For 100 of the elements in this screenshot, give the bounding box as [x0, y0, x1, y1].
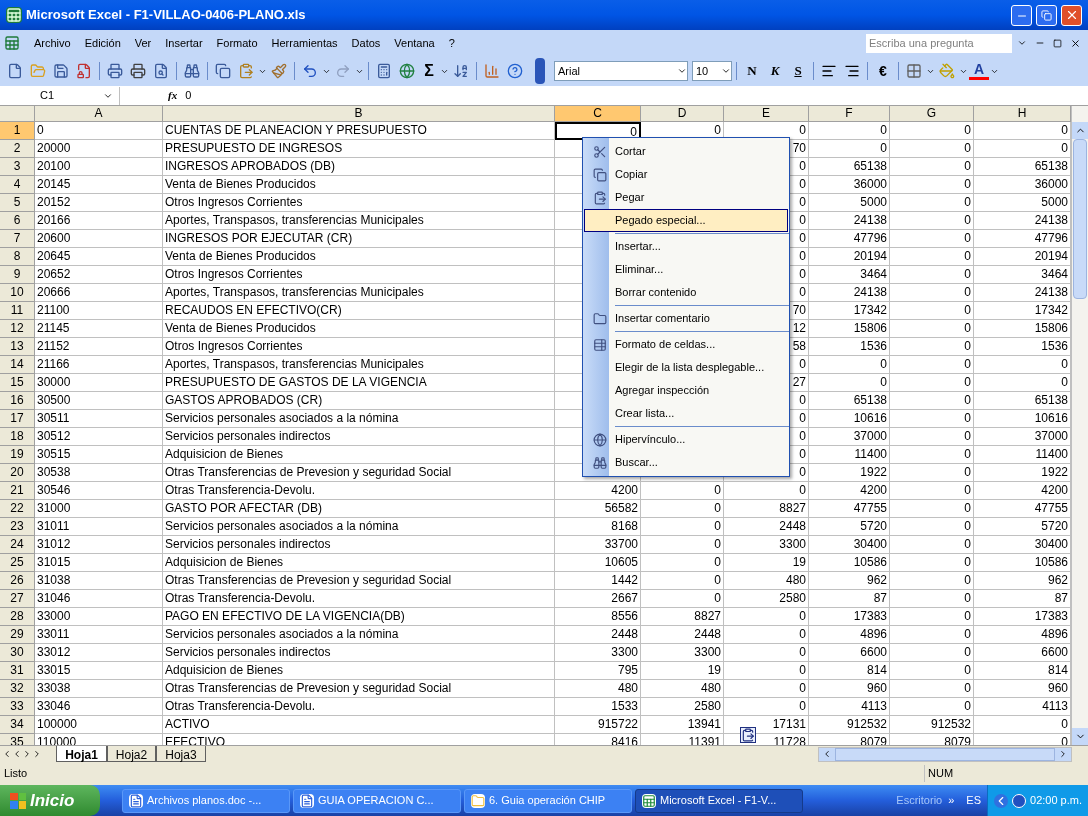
menu-item[interactable]: Insertar	[159, 34, 209, 52]
table-cell: Otras Transferencia-Devolu.	[163, 590, 555, 608]
row-header[interactable]: 28	[0, 608, 35, 626]
name-box[interactable]: C1	[0, 86, 120, 105]
bold-button[interactable]: N	[741, 61, 763, 81]
row-header[interactable]: 23	[0, 518, 35, 536]
chevron-button[interactable]: »	[948, 792, 955, 809]
table-cell: 0	[890, 320, 974, 338]
menu-item[interactable]: Archivo	[28, 34, 77, 52]
currency-button[interactable]: €	[872, 60, 894, 82]
row-header[interactable]: 33	[0, 698, 35, 716]
row-header[interactable]: 30	[0, 644, 35, 662]
close-button[interactable]	[1061, 4, 1082, 26]
menu-item[interactable]: ?	[442, 34, 461, 52]
column-header[interactable]: H	[974, 106, 1071, 122]
sheet-tab[interactable]: Hoja1	[56, 746, 107, 762]
row-header[interactable]: 13	[0, 338, 35, 356]
scrollbar-thumb[interactable]	[1073, 139, 1087, 299]
font-color-button[interactable]: A	[969, 62, 989, 80]
table-cell: 0	[641, 518, 724, 536]
row-header[interactable]: 15	[0, 374, 35, 392]
row-header[interactable]: 29	[0, 626, 35, 644]
scrollbar-thumb[interactable]	[834, 747, 1055, 761]
autosum-button[interactable]: Σ	[419, 59, 439, 83]
close-icon[interactable]	[1070, 37, 1081, 49]
row-header[interactable]: 4	[0, 176, 35, 194]
caret-icon[interactable]	[677, 66, 687, 76]
row-header[interactable]: 14	[0, 356, 35, 374]
row-header[interactable]: 2	[0, 140, 35, 158]
menu-item[interactable]: Pegado especial...	[584, 209, 788, 232]
row-header[interactable]: 9	[0, 266, 35, 284]
next-sheet-icon[interactable]	[22, 749, 32, 759]
row-header[interactable]: 25	[0, 554, 35, 572]
first-sheet-icon[interactable]	[2, 749, 12, 759]
minimize-button[interactable]	[1011, 4, 1032, 26]
row-header[interactable]: 32	[0, 680, 35, 698]
menu-item[interactable]: Herramientas	[265, 34, 344, 52]
sheet-tab[interactable]: Hoja3	[156, 746, 206, 762]
menu-item[interactable]: Datos	[345, 34, 387, 52]
row-header[interactable]: 8	[0, 248, 35, 266]
column-header[interactable]: A	[35, 106, 163, 122]
caret-icon[interactable]	[1017, 38, 1027, 48]
row-header[interactable]: 5	[0, 194, 35, 212]
row-header[interactable]: 17	[0, 410, 35, 428]
row-header[interactable]: 7	[0, 230, 35, 248]
restore-icon[interactable]	[1053, 38, 1062, 48]
menu-item[interactable]: Ver	[128, 34, 158, 52]
table-cell: 30512	[35, 428, 163, 446]
row-header[interactable]: 26	[0, 572, 35, 590]
column-header[interactable]: E	[724, 106, 809, 122]
tray-icon[interactable]	[1012, 793, 1026, 808]
font-select[interactable]: Arial	[554, 61, 688, 81]
expand-tray-icon[interactable]	[994, 793, 1008, 808]
menu-item[interactable]: Ventana	[388, 34, 441, 52]
row-header[interactable]: 21	[0, 482, 35, 500]
column-header[interactable]: F	[809, 106, 890, 122]
menu-item[interactable]: Formato	[210, 34, 264, 52]
table-cell: 0	[890, 500, 974, 518]
help-search-field[interactable]: Escriba una pregunta	[866, 33, 1012, 53]
row-header[interactable]: 20	[0, 464, 35, 482]
column-header[interactable]: C	[555, 106, 641, 122]
column-header[interactable]: B	[163, 106, 555, 122]
taskbar-item[interactable]: GUIA OPERACION C...	[293, 788, 461, 813]
row-header[interactable]: 10	[0, 284, 35, 302]
taskbar-item[interactable]: Archivos planos.doc -...	[122, 788, 290, 813]
paste-options-icon[interactable]	[740, 727, 756, 743]
last-sheet-icon[interactable]	[32, 749, 42, 759]
table-cell: 0	[890, 284, 974, 302]
row-header[interactable]: 16	[0, 392, 35, 410]
row-header[interactable]: 3	[0, 158, 35, 176]
row-header[interactable]: 18	[0, 428, 35, 446]
toolbar-overflow[interactable]	[535, 58, 545, 84]
row-header[interactable]: 1	[0, 122, 35, 140]
row-header[interactable]: 12	[0, 320, 35, 338]
sheet-tab[interactable]: Hoja2	[106, 746, 157, 762]
table-cell: 24138	[809, 212, 890, 230]
menu-item[interactable]: Edición	[78, 34, 127, 52]
horizontal-scrollbar[interactable]	[817, 746, 1072, 762]
scroll-left-button[interactable]	[818, 747, 835, 761]
restore-button[interactable]	[1036, 4, 1057, 26]
formula-field[interactable]: 0	[185, 87, 1088, 104]
previous-sheet-icon[interactable]	[12, 749, 22, 759]
row-header[interactable]: 27	[0, 590, 35, 608]
font-size-select[interactable]: 10	[692, 61, 732, 81]
row-header[interactable]: 24	[0, 536, 35, 554]
caret-icon[interactable]	[721, 66, 731, 76]
taskbar-item[interactable]: 6. Guia operación CHIP	[464, 788, 632, 813]
row-header[interactable]: 34	[0, 716, 35, 734]
column-header[interactable]: D	[641, 106, 724, 122]
row-header[interactable]: 19	[0, 446, 35, 464]
row-header[interactable]: 22	[0, 500, 35, 518]
column-header[interactable]: G	[890, 106, 974, 122]
row-header[interactable]: 6	[0, 212, 35, 230]
row-header[interactable]: 31	[0, 662, 35, 680]
taskbar-item[interactable]: Microsoft Excel - F1-V...	[635, 788, 803, 813]
row-header[interactable]: 11	[0, 302, 35, 320]
table-cell: 17342	[809, 302, 890, 320]
table-cell: Otros Ingresos Corrientes	[163, 266, 555, 284]
underline-button[interactable]: S	[787, 61, 809, 81]
italic-button[interactable]: K	[764, 61, 786, 81]
